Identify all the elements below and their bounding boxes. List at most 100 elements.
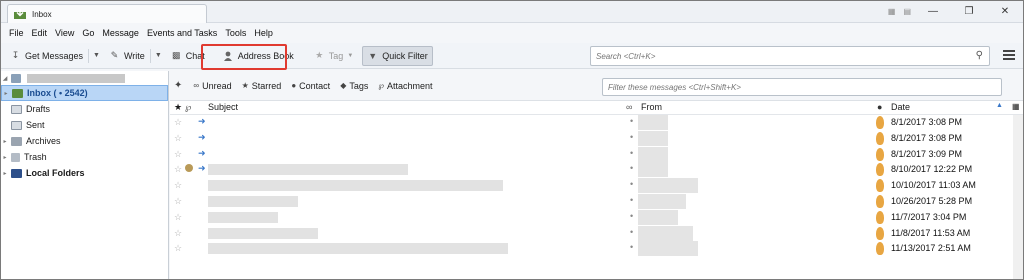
menu-message[interactable]: Message: [98, 28, 143, 38]
message-row[interactable]: ☆ • 10/26/2017 5:28 PM: [170, 193, 1023, 210]
junk-status-icon[interactable]: [876, 147, 884, 161]
star-icon[interactable]: ☆: [174, 164, 182, 175]
quick-filter-button[interactable]: ▼ Quick Filter: [362, 45, 433, 66]
pin-icon[interactable]: ✦: [174, 80, 188, 91]
sort-ascending-icon[interactable]: ▲: [996, 102, 1003, 109]
read-status-icon[interactable]: •: [630, 116, 633, 126]
read-status-icon[interactable]: •: [630, 132, 633, 142]
title-bar: Inbox ▦ ▤ — ❐ ✕: [1, 1, 1023, 23]
thread-column-icon[interactable]: ∞: [626, 102, 632, 112]
star-icon[interactable]: ☆: [174, 196, 182, 207]
star-column-icon[interactable]: ★: [174, 102, 182, 113]
menu-go[interactable]: Go: [78, 28, 98, 38]
filter-tags[interactable]: ◆ Tags: [335, 81, 373, 91]
menu-edit[interactable]: Edit: [28, 28, 52, 38]
expand-arrow-icon[interactable]: ▸: [1, 154, 9, 161]
junk-status-icon[interactable]: [876, 210, 884, 224]
message-row[interactable]: ☆ • 11/8/2017 11:53 AM: [170, 225, 1023, 242]
star-icon: ★: [241, 81, 249, 90]
folder-sent[interactable]: Sent: [1, 117, 168, 133]
read-status-icon[interactable]: •: [630, 163, 633, 173]
message-row[interactable]: ☆ • 10/10/2017 11:03 AM: [170, 178, 1023, 194]
folder-sent-label: Sent: [26, 120, 45, 130]
junk-status-icon[interactable]: [876, 163, 884, 177]
message-row[interactable]: ☆ • 11/13/2017 2:51 AM: [170, 241, 1023, 257]
tasks-icon[interactable]: ▤: [903, 7, 911, 16]
message-row[interactable]: ☆ ➜ • 8/1/2017 3:09 PM: [170, 146, 1023, 163]
star-icon[interactable]: ☆: [174, 117, 182, 128]
expand-arrow-icon[interactable]: ▸: [1, 138, 9, 145]
get-messages-dropdown[interactable]: ▼: [88, 48, 104, 63]
calendar-icon[interactable]: ▦: [888, 7, 896, 16]
folder-inbox[interactable]: ▸ Inbox ( • 2542): [1, 85, 168, 101]
global-search[interactable]: ⚲: [590, 46, 990, 66]
expand-arrow-icon[interactable]: ▸: [1, 170, 9, 177]
junk-status-icon[interactable]: [876, 226, 884, 240]
write-dropdown[interactable]: ▼: [149, 48, 166, 63]
message-row[interactable]: ☆ ➜ • 8/1/2017 3:08 PM: [170, 130, 1023, 147]
column-date[interactable]: Date: [891, 102, 910, 112]
menu-file[interactable]: File: [5, 28, 28, 38]
menu-events-tasks[interactable]: Events and Tasks: [143, 28, 221, 38]
message-row[interactable]: ☆ ➜ • 8/10/2017 12:22 PM: [170, 162, 1023, 178]
filter-messages-box[interactable]: [602, 78, 1002, 96]
junk-column-icon[interactable]: ●: [877, 102, 882, 112]
get-messages-button[interactable]: ↧ Get Messages: [5, 46, 88, 66]
star-icon[interactable]: ☆: [174, 180, 182, 191]
search-input[interactable]: [596, 51, 956, 61]
message-date: 8/1/2017 3:08 PM: [891, 132, 963, 143]
read-status-icon[interactable]: •: [630, 242, 633, 252]
folder-drafts[interactable]: Drafts: [1, 101, 168, 117]
star-icon[interactable]: ☆: [174, 133, 182, 144]
read-status-icon[interactable]: •: [630, 179, 633, 189]
folder-trash[interactable]: ▸ Trash: [1, 149, 168, 165]
folder-local-folders[interactable]: ▸ Local Folders: [1, 165, 168, 181]
minimize-button[interactable]: —: [915, 1, 951, 21]
filter-unread-label: Unread: [202, 80, 232, 91]
tag-dropdown-icon: ▼: [347, 52, 354, 59]
attachment-column-icon[interactable]: ℘: [185, 102, 191, 113]
filter-contact[interactable]: ● Contact: [286, 81, 335, 91]
tag-icon: ◆: [340, 81, 347, 90]
junk-status-icon[interactable]: [876, 116, 884, 129]
sent-folder-icon: [11, 120, 22, 130]
app-menu-icon[interactable]: [1003, 50, 1015, 60]
junk-status-icon[interactable]: [876, 131, 884, 145]
account-row[interactable]: ◢: [1, 71, 168, 85]
filter-messages-input[interactable]: [608, 82, 978, 92]
message-row[interactable]: ☆ • 11/7/2017 3:04 PM: [170, 209, 1023, 226]
read-status-icon[interactable]: •: [630, 195, 633, 205]
read-status-icon[interactable]: •: [630, 227, 633, 237]
tag-label: Tag: [328, 50, 344, 61]
column-from[interactable]: From: [641, 102, 662, 112]
write-button[interactable]: ✎ Write: [104, 46, 150, 66]
menu-help[interactable]: Help: [250, 28, 277, 38]
tab-inbox[interactable]: Inbox: [7, 4, 207, 23]
column-subject[interactable]: Subject: [208, 102, 238, 112]
junk-status-icon[interactable]: [876, 194, 884, 208]
maximize-button[interactable]: ❐: [951, 1, 987, 21]
read-status-icon[interactable]: •: [630, 148, 633, 158]
close-button[interactable]: ✕: [987, 1, 1023, 21]
computer-icon: [11, 168, 22, 178]
star-icon[interactable]: ☆: [174, 243, 182, 254]
filter-starred[interactable]: ★ Starred: [237, 81, 287, 91]
junk-status-icon[interactable]: [876, 242, 884, 256]
folder-archives[interactable]: ▸ Archives: [1, 133, 168, 149]
menu-tools[interactable]: Tools: [221, 28, 250, 38]
menu-view[interactable]: View: [51, 28, 78, 38]
column-picker-icon[interactable]: ▦: [1012, 102, 1020, 111]
from-redacted: [638, 193, 686, 209]
expand-arrow-icon[interactable]: ▸: [2, 90, 10, 97]
star-icon[interactable]: ☆: [174, 149, 182, 160]
collapse-arrow-icon[interactable]: ◢: [1, 75, 9, 82]
filter-unread[interactable]: ∞ Unread: [188, 81, 236, 91]
star-icon[interactable]: ☆: [174, 212, 182, 223]
star-icon[interactable]: ☆: [174, 228, 182, 239]
message-date: 8/1/2017 3:09 PM: [891, 148, 963, 159]
tag-button[interactable]: ★ Tag ▼: [309, 46, 358, 66]
read-status-icon[interactable]: •: [630, 211, 633, 221]
message-row[interactable]: ☆ ➜ • 8/1/2017 3:08 PM: [170, 115, 1023, 131]
filter-attachment[interactable]: ℘ Attachment: [373, 81, 437, 91]
junk-status-icon[interactable]: [876, 179, 884, 193]
